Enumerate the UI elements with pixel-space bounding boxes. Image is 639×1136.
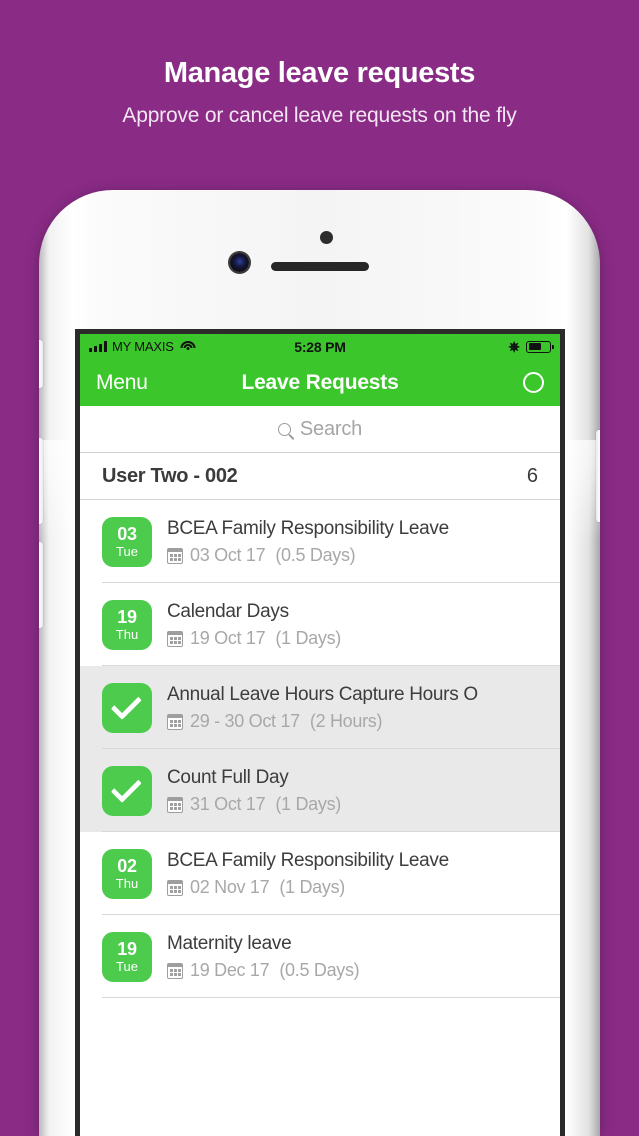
battery-icon xyxy=(526,340,554,353)
leave-meta: 31 Oct 17 (1 Days) xyxy=(167,794,552,815)
leave-duration-label: (0.5 Days) xyxy=(275,545,356,565)
checkmark-glyph xyxy=(110,688,142,720)
leave-type-label: Annual Leave Hours Capture Hours O xyxy=(167,684,478,705)
nav-title: Leave Requests xyxy=(241,370,399,394)
badge-weekday: Tue xyxy=(116,543,138,559)
leave-meta: 03 Oct 17 (0.5 Days) xyxy=(167,545,552,566)
date-badge: 03 Tue xyxy=(102,516,152,567)
carrier-label: MY MAXIS xyxy=(112,339,174,354)
leave-request-row[interactable]: Count Full Day 31 Oct 17 (1 Days) xyxy=(80,749,560,832)
date-badge: 19 Thu xyxy=(102,599,152,650)
leave-request-body: Calendar Days 19 Oct 17 (1 Days) xyxy=(167,600,560,649)
leave-meta: 02 Nov 17 (1 Days) xyxy=(167,877,552,898)
group-header[interactable]: User Two - 002 6 xyxy=(80,453,560,500)
leave-duration-label: (1 Days) xyxy=(279,877,345,897)
badge-day-number: 03 xyxy=(117,523,137,544)
leave-request-row[interactable]: Annual Leave Hours Capture Hours O 29 - 3… xyxy=(80,666,560,749)
search-icon xyxy=(277,422,291,436)
status-bar-left: MY MAXIS xyxy=(89,339,196,354)
leave-request-body: Annual Leave Hours Capture Hours O 29 - 3… xyxy=(167,683,560,732)
ios-status-bar: MY MAXIS 5:28 PM ✵ xyxy=(80,334,560,359)
calendar-icon xyxy=(167,547,183,564)
page-subtitle: Approve or cancel leave requests on the … xyxy=(122,104,517,127)
app-nav-bar: Menu Leave Requests xyxy=(80,359,560,406)
leave-type-label: Calendar Days xyxy=(167,601,289,622)
page-title: Manage leave requests xyxy=(163,57,476,89)
status-bar-clock: 5:28 PM xyxy=(294,338,346,355)
calendar-icon xyxy=(167,879,183,896)
leave-date-label: 19 Dec 17 xyxy=(190,960,270,980)
date-badge: 02 Thu xyxy=(102,848,152,899)
badge-day-number: 19 xyxy=(117,606,137,627)
badge-weekday: Thu xyxy=(115,626,139,642)
phone-screen: MY MAXIS 5:28 PM ✵ Menu Leave Requests S… xyxy=(75,329,565,1136)
check-icon xyxy=(102,765,152,816)
calendar-icon xyxy=(167,713,183,730)
calendar-icon xyxy=(167,630,183,647)
leave-date-label: 31 Oct 17 xyxy=(190,794,266,814)
status-bar-right: ✵ xyxy=(508,338,554,355)
leave-request-body: BCEA Family Responsibility Leave 03 Oct 1… xyxy=(167,517,560,566)
group-name-label: User Two - 002 xyxy=(102,464,238,487)
volume-up-button[interactable] xyxy=(39,438,43,524)
power-button[interactable] xyxy=(596,430,600,522)
silent-switch-button[interactable] xyxy=(39,340,43,388)
badge-day-number: 02 xyxy=(117,855,137,876)
leave-request-row[interactable]: 02 Thu BCEA Family Responsibility Leave 02 … xyxy=(80,832,560,915)
leave-meta: 19 Dec 17 (0.5 Days) xyxy=(167,960,552,981)
proximity-sensor-icon xyxy=(320,231,333,244)
leave-request-body: BCEA Family Responsibility Leave 02 Nov 1… xyxy=(167,849,560,898)
leave-request-list: 03 Tue BCEA Family Responsibility Leave 03 … xyxy=(80,500,560,998)
leave-duration-label: (0.5 Days) xyxy=(279,960,360,980)
badge-weekday: Thu xyxy=(115,875,139,891)
leave-date-label: 19 Oct 17 xyxy=(190,628,266,648)
promo-header: Manage leave requests Approve or cancel … xyxy=(0,0,639,128)
menu-button[interactable]: Menu xyxy=(96,371,148,395)
leave-request-row[interactable]: 19 Thu Calendar Days 19 Oct 17 (1 Days) xyxy=(80,583,560,666)
calendar-icon xyxy=(167,796,183,813)
checkmark-glyph xyxy=(110,771,142,803)
leave-request-body: Maternity leave 19 Dec 17 (0.5 Days) xyxy=(167,932,560,981)
wifi-icon xyxy=(180,340,196,353)
search-bar[interactable]: Search xyxy=(80,406,560,453)
phone-mockup: MY MAXIS 5:28 PM ✵ Menu Leave Requests S… xyxy=(39,190,600,1136)
leave-request-row[interactable]: 19 Tue Maternity leave 19 Dec 17 (0.5 Days) xyxy=(80,915,560,998)
leave-duration-label: (2 Hours) xyxy=(309,711,383,731)
circle-outline-icon[interactable] xyxy=(523,372,544,393)
leave-duration-label: (1 Days) xyxy=(275,628,341,648)
check-icon xyxy=(102,682,152,733)
leave-type-label: BCEA Family Responsibility Leave xyxy=(167,518,449,539)
leave-date-label: 03 Oct 17 xyxy=(190,545,266,565)
badge-day-number: 19 xyxy=(117,938,137,959)
leave-date-label: 29 - 30 Oct 17 xyxy=(190,711,300,731)
date-badge: 19 Tue xyxy=(102,931,152,982)
leave-duration-label: (1 Days) xyxy=(275,794,341,814)
front-camera-icon xyxy=(230,253,249,272)
group-count-badge: 6 xyxy=(526,464,538,487)
volume-down-button[interactable] xyxy=(39,542,43,628)
leave-type-label: BCEA Family Responsibility Leave xyxy=(167,850,449,871)
leave-type-label: Maternity leave xyxy=(167,933,292,954)
leave-request-body: Count Full Day 31 Oct 17 (1 Days) xyxy=(167,766,560,815)
leave-request-row[interactable]: 03 Tue BCEA Family Responsibility Leave 03 … xyxy=(80,500,560,583)
bluetooth-icon: ✵ xyxy=(508,338,520,355)
leave-meta: 29 - 30 Oct 17 (2 Hours) xyxy=(167,711,552,732)
earpiece-speaker-icon xyxy=(270,262,369,271)
signal-bars-icon xyxy=(89,341,107,352)
search-input[interactable]: Search xyxy=(300,418,362,441)
leave-meta: 19 Oct 17 (1 Days) xyxy=(167,628,552,649)
leave-date-label: 02 Nov 17 xyxy=(190,877,270,897)
calendar-icon xyxy=(167,962,183,979)
badge-weekday: Tue xyxy=(116,958,138,974)
leave-type-label: Count Full Day xyxy=(167,767,289,788)
